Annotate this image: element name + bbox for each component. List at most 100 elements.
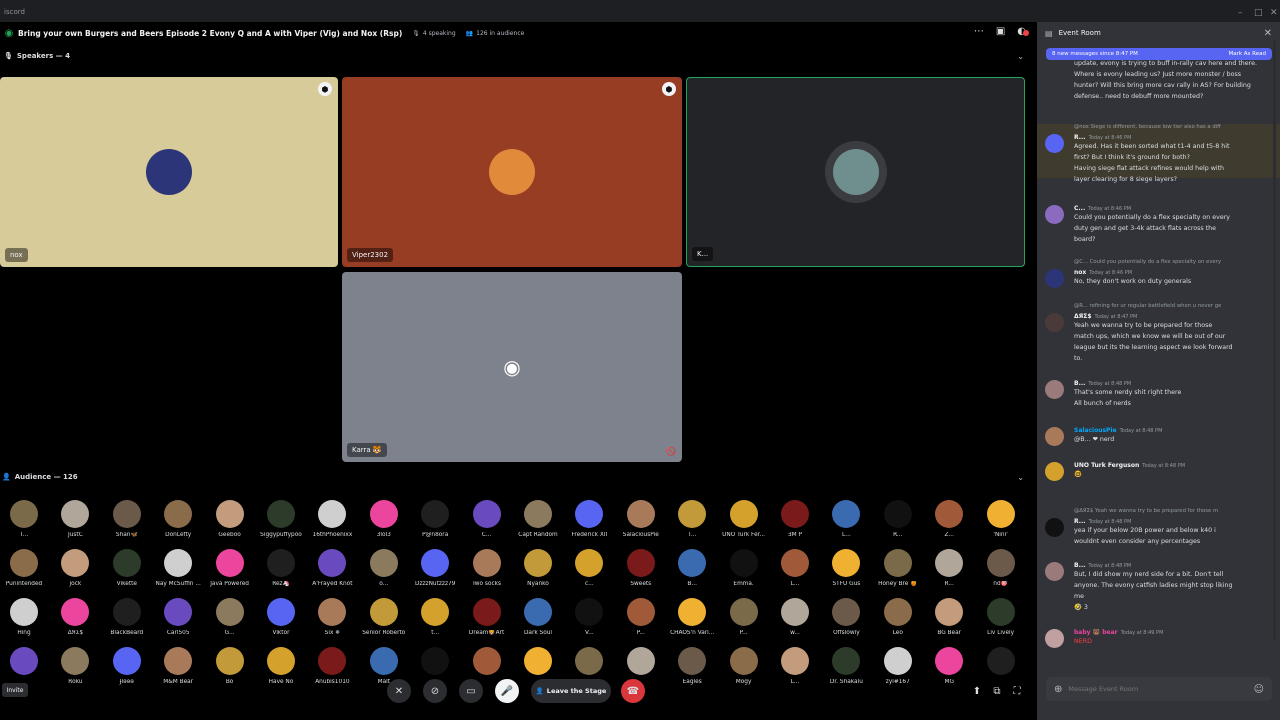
audience-avatar (575, 500, 604, 528)
audience-avatar (164, 500, 193, 528)
message-avatar[interactable] (1045, 269, 1064, 288)
audience-avatar (524, 549, 552, 577)
message-avatar[interactable] (1045, 629, 1064, 648)
message-header: B... Today at 8:48 PM (1074, 380, 1272, 387)
message-avatar[interactable] (1045, 313, 1064, 332)
speaking-count: 🎙 4 speaking (412, 30, 455, 37)
audience-avatar (626, 598, 655, 626)
audience-avatar (267, 647, 295, 675)
message-text: layer clearing for 8 siege layers? (1074, 176, 1177, 183)
audience-avatar (472, 598, 501, 626)
message-avatar[interactable] (1045, 462, 1064, 481)
audience-avatar (421, 647, 450, 675)
message-author[interactable]: UNO Turk Ferguson (1074, 462, 1139, 469)
audience-collapse-icon[interactable]: ⌄ (1017, 473, 1024, 482)
reply-preview[interactable]: @R... refining for ur regular battlefiel… (1074, 303, 1274, 309)
message-avatar[interactable] (1045, 518, 1064, 537)
speaker-mute-icon[interactable]: ✕ (387, 679, 411, 703)
message-text: board? (1074, 236, 1096, 243)
speaker-tile[interactable]: K... (686, 77, 1025, 267)
speaker-tile[interactable]: nox ⬢ (0, 77, 338, 267)
audience-avatar (215, 549, 244, 577)
speakers-section-label[interactable]: 🎙 Speakers — 4 (4, 52, 70, 60)
leave-stage-button[interactable]: 👤 Leave the Stage (531, 679, 611, 703)
video-off-icon[interactable]: ⊘ (423, 679, 447, 703)
audience-count-title: Audience — 126 (14, 473, 78, 481)
message-author[interactable]: SalaciousPie (1074, 427, 1117, 434)
reply-preview[interactable]: @nox Siege is different, because low tie… (1074, 124, 1274, 130)
audience-avatar (112, 549, 141, 577)
speaker-tile[interactable]: ◉ Karra 🐯 🚫 (342, 272, 682, 462)
audience-avatar (678, 549, 707, 577)
message-body: B... Today at 8:48 PM But, I did show my n… (1074, 562, 1272, 613)
speaker-avatar (832, 149, 879, 195)
invite-button[interactable]: Invite (2, 683, 28, 697)
message-top-text: update, evony is trying to buff in-rally… (1074, 60, 1258, 100)
audience-avatar (575, 598, 604, 626)
close-window-button[interactable]: ✕ (1270, 8, 1278, 18)
audience-avatar (369, 549, 398, 577)
reply-preview[interactable]: @C... Could you potentially do a flex sp… (1074, 259, 1274, 265)
message-header: R... Today at 8:48 PM (1074, 518, 1272, 525)
audience-avatar (472, 647, 501, 675)
moderator-icon: ⬢ (318, 82, 332, 96)
audience-avatar (421, 598, 450, 626)
message-avatar[interactable] (1045, 134, 1064, 153)
audience-member[interactable]: 'Nini' (971, 500, 1031, 538)
message-avatar[interactable] (1045, 380, 1064, 399)
fullscreen-icon[interactable]: ⛶ (1005, 679, 1029, 703)
audience-section-label[interactable]: 👤 Audience — 126 (2, 473, 78, 481)
audience-member[interactable] (971, 647, 1031, 679)
minimize-button[interactable]: – (1238, 8, 1243, 18)
message-author[interactable]: baby 🐻 bear (1074, 629, 1118, 636)
message-text: me (1074, 593, 1085, 600)
message-author[interactable]: B... (1074, 380, 1085, 387)
message-author[interactable]: R... (1074, 134, 1086, 141)
audience-avatar (318, 647, 347, 675)
message-author[interactable]: R... (1074, 518, 1086, 525)
disconnect-icon[interactable]: ☎ (621, 679, 645, 703)
audience-avatar (883, 549, 912, 577)
audience-avatar (729, 598, 758, 626)
audience-avatar (524, 647, 552, 675)
message-text: That's some nerdy shit right there (1074, 389, 1182, 396)
speaker-tile[interactable]: Viper2302 ⬢ (342, 77, 682, 267)
speakers-collapse-icon[interactable]: ⌄ (1017, 52, 1024, 61)
audience-name: Liv Lively (987, 630, 1015, 636)
message-author[interactable]: B... (1074, 562, 1085, 569)
maximize-button[interactable]: □ (1254, 8, 1263, 18)
inbox-icon[interactable]: ◐ (1017, 26, 1029, 37)
emoji-icon[interactable]: ☺ (1254, 684, 1264, 695)
popout-icon[interactable]: ▣ (996, 26, 1005, 37)
audience-avatar (524, 500, 552, 528)
reply-preview[interactable]: @ΔЯΣ$ Yeah we wanna try to be prepared f… (1074, 508, 1274, 514)
mark-read-button[interactable]: Mark As Read (1228, 51, 1266, 57)
mic-request-icon[interactable]: 🎤 (495, 679, 519, 703)
close-chat-icon[interactable]: ✕ (1264, 28, 1272, 39)
add-attachment-icon[interactable]: ⊕ (1054, 684, 1062, 695)
message-avatar[interactable] (1045, 205, 1064, 224)
audience-member[interactable]: nd🎯 (971, 549, 1031, 587)
message-avatar[interactable] (1045, 562, 1064, 581)
audience-avatar (883, 500, 912, 528)
more-icon[interactable]: ⋯ (974, 26, 984, 37)
message-text: anyone. The evony catfish ladies might s… (1074, 582, 1233, 589)
audience-avatar (986, 598, 1015, 626)
message-body: B... Today at 8:48 PM That's some nerdy sh… (1074, 380, 1272, 409)
speaker-avatar (146, 149, 192, 195)
speaker-name: nox (5, 248, 28, 262)
message-author[interactable]: ΔЯΣ$ (1074, 313, 1092, 320)
audience-avatar (421, 549, 450, 577)
message-avatar[interactable] (1045, 427, 1064, 446)
audience-member[interactable]: Liv Lively (971, 598, 1031, 636)
audience-avatar (729, 647, 758, 675)
message-author[interactable]: nox (1074, 269, 1086, 276)
audience-avatar (267, 500, 295, 528)
message-author[interactable]: C... (1074, 205, 1085, 212)
audience-avatar (369, 598, 398, 626)
audience-avatar (781, 549, 809, 577)
speaker-name: Viper2302 (347, 248, 394, 262)
screen-share-icon[interactable]: ▭ (459, 679, 483, 703)
chat-scrollbar[interactable] (1273, 40, 1276, 640)
message-input[interactable] (1068, 685, 1254, 693)
